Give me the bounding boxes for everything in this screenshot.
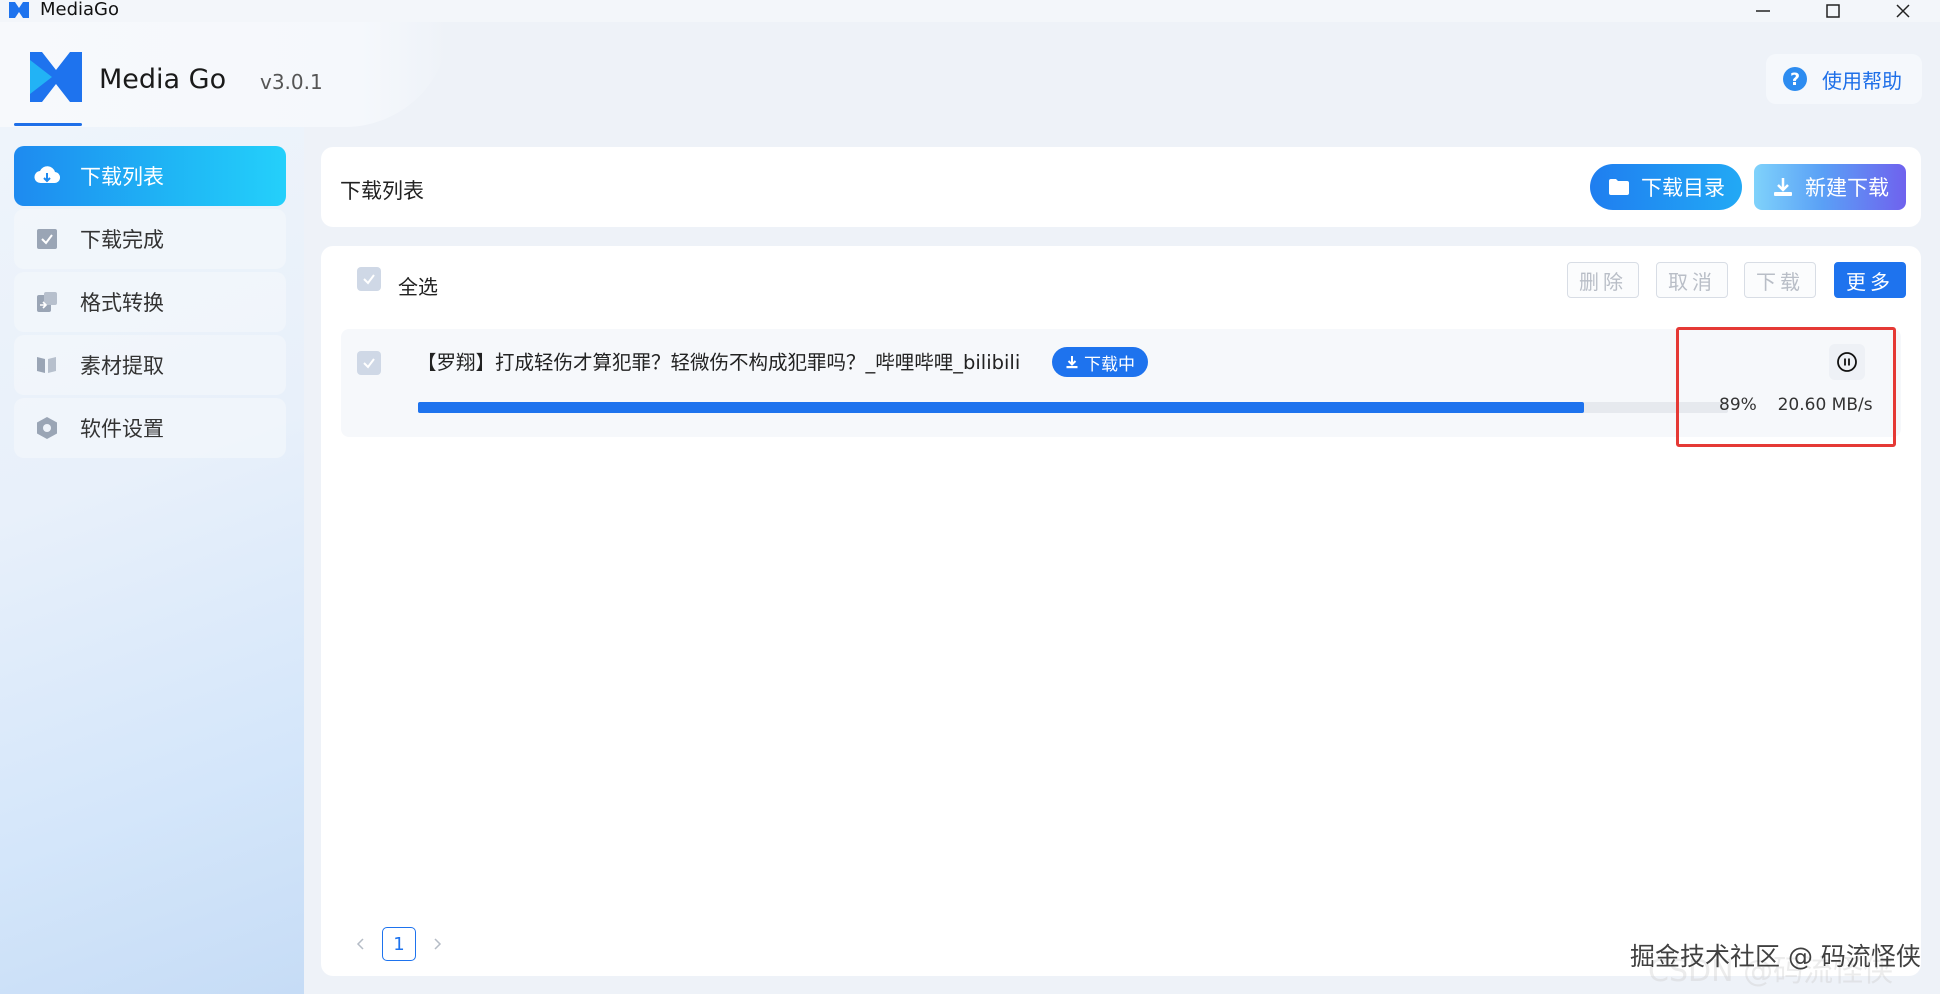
minimize-button[interactable] bbox=[1733, 0, 1793, 22]
sidebar-item-label: 软件设置 bbox=[80, 417, 164, 441]
download-icon bbox=[1066, 356, 1078, 369]
next-page-button[interactable] bbox=[426, 933, 448, 955]
sidebar-item-download-complete[interactable]: 下载完成 bbox=[14, 209, 286, 269]
watermark: 掘金技术社区 @ 码流怪侠 bbox=[1630, 942, 1921, 971]
prev-page-button[interactable] bbox=[350, 933, 372, 955]
page-title: 下载列表 bbox=[340, 179, 424, 203]
sidebar-item-label: 下载列表 bbox=[80, 165, 164, 189]
download-icon bbox=[1774, 178, 1792, 196]
help-label: 使用帮助 bbox=[1822, 68, 1902, 93]
pagination: 1 bbox=[350, 926, 448, 962]
more-button[interactable]: 更多 bbox=[1834, 262, 1906, 298]
sidebar-item-material-extract[interactable]: 素材提取 bbox=[14, 335, 286, 395]
chevron-left-icon bbox=[356, 938, 364, 950]
more-label: 更多 bbox=[1846, 269, 1894, 294]
help-button[interactable]: ? 使用帮助 bbox=[1766, 54, 1922, 104]
logo-area: Media Go v3.0.1 bbox=[0, 22, 450, 127]
logo-text: Media Go bbox=[99, 64, 227, 95]
window-title: MediaGo bbox=[40, 0, 120, 20]
svg-text:?: ? bbox=[1790, 70, 1800, 90]
select-all-label: 全选 bbox=[398, 275, 438, 299]
logo-underline bbox=[14, 123, 82, 126]
cancel-label: 取消 bbox=[1668, 269, 1716, 294]
minimize-icon bbox=[1756, 10, 1770, 12]
extract-icon bbox=[37, 357, 56, 373]
task-checkbox[interactable] bbox=[357, 351, 381, 375]
progress-bar bbox=[418, 402, 1728, 413]
new-download-button[interactable]: 新建下载 bbox=[1754, 164, 1906, 210]
maximize-icon bbox=[1826, 4, 1840, 18]
version-label: v3.0.1 bbox=[260, 70, 323, 94]
app-logo-icon bbox=[9, 2, 29, 18]
sidebar-item-format-convert[interactable]: 格式转换 bbox=[14, 272, 286, 332]
cloud-download-icon bbox=[34, 166, 60, 184]
status-label: 下载中 bbox=[1084, 354, 1135, 375]
chevron-right-icon bbox=[434, 938, 442, 950]
download-dir-label: 下载目录 bbox=[1641, 176, 1725, 200]
close-button[interactable] bbox=[1873, 0, 1933, 22]
delete-button[interactable]: 删除 bbox=[1567, 262, 1639, 298]
convert-icon bbox=[37, 292, 57, 312]
download-button[interactable]: 下载 bbox=[1744, 262, 1816, 298]
help-icon: ? bbox=[1783, 67, 1807, 91]
sidebar: 下载列表 下载完成 格式转换 素材提取 软件设置 bbox=[0, 127, 304, 994]
sidebar-item-label: 素材提取 bbox=[80, 354, 164, 378]
cancel-button[interactable]: 取消 bbox=[1656, 262, 1728, 298]
check-icon bbox=[363, 274, 375, 285]
check-icon bbox=[363, 358, 375, 369]
task-title: 【罗翔】打成轻伤才算犯罪？轻微伤不构成犯罪吗？_哔哩哔哩_bilibili bbox=[417, 351, 1021, 374]
check-square-icon bbox=[37, 229, 57, 249]
settings-hexagon-icon bbox=[37, 417, 57, 439]
close-icon bbox=[1896, 4, 1910, 18]
sidebar-item-download-list[interactable]: 下载列表 bbox=[14, 146, 286, 206]
delete-label: 删除 bbox=[1579, 269, 1627, 294]
sidebar-item-settings[interactable]: 软件设置 bbox=[14, 398, 286, 458]
progress-fill bbox=[418, 402, 1584, 413]
title-bar: MediaGo bbox=[0, 0, 1940, 22]
download-label: 下载 bbox=[1756, 269, 1804, 294]
page-number-button[interactable]: 1 bbox=[382, 927, 416, 961]
status-badge: 下载中 bbox=[1052, 347, 1148, 377]
annotation-highlight-box bbox=[1676, 327, 1896, 447]
app-header: Media Go v3.0.1 ? 使用帮助 bbox=[0, 22, 1940, 127]
select-all-checkbox[interactable] bbox=[357, 267, 381, 291]
list-item[interactable]: 【罗翔】打成轻伤才算犯罪？轻微伤不构成犯罪吗？_哔哩哔哩_bilibili 下载… bbox=[341, 329, 1901, 437]
download-dir-button[interactable]: 下载目录 bbox=[1590, 164, 1742, 210]
content-header: 下载列表 下载目录 新建下载 bbox=[321, 147, 1921, 227]
sidebar-item-label: 下载完成 bbox=[80, 228, 164, 252]
media-go-logo-icon bbox=[30, 52, 82, 102]
maximize-button[interactable] bbox=[1803, 0, 1863, 22]
new-download-label: 新建下载 bbox=[1805, 176, 1889, 200]
folder-icon bbox=[1609, 179, 1629, 195]
sidebar-item-label: 格式转换 bbox=[80, 291, 164, 315]
